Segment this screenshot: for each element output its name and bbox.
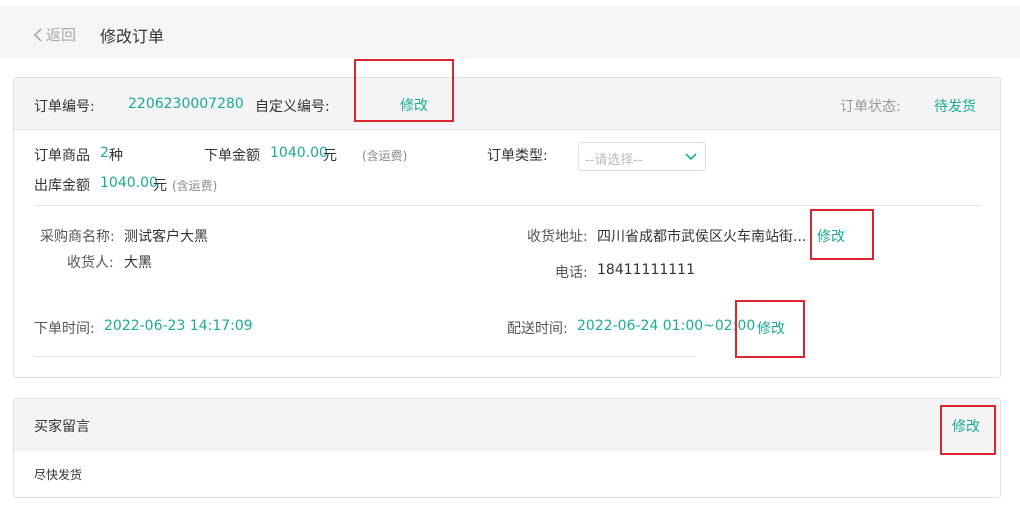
page-title: 修改订单 bbox=[100, 27, 165, 46]
amount-value: 1040.00 bbox=[270, 145, 328, 161]
order-number-label: 订单编号: bbox=[34, 99, 95, 115]
order-time-label: 下单时间: bbox=[34, 321, 95, 337]
delivery-time-value: 2022-06-24 01:00~02:00 bbox=[577, 318, 756, 334]
buyer-value: 测试客户大黑 bbox=[124, 229, 208, 245]
goods-count: 2 bbox=[100, 145, 109, 161]
order-number-value: 2206230007280 bbox=[128, 96, 244, 112]
amount-note: (含运费) bbox=[362, 149, 408, 163]
phone-value: 18411111111 bbox=[597, 262, 695, 278]
address-edit-link[interactable]: 修改 bbox=[817, 226, 845, 246]
outbound-note: (含运费) bbox=[172, 179, 218, 193]
receiver-value: 大黑 bbox=[124, 255, 152, 271]
buyer-label: 采购商名称: bbox=[40, 229, 115, 245]
chevron-down-icon bbox=[685, 153, 697, 161]
amount-unit: 元 bbox=[323, 148, 337, 164]
goods-unit: 种 bbox=[109, 148, 123, 164]
delivery-time-label: 配送时间: bbox=[507, 321, 568, 337]
custom-number-edit-link[interactable]: 修改 bbox=[400, 95, 428, 115]
buyer-message-content: 尽快发货 bbox=[34, 468, 83, 482]
amount-label: 下单金额 bbox=[204, 148, 260, 164]
custom-number-label: 自定义编号: bbox=[255, 99, 330, 115]
section-divider bbox=[34, 205, 982, 206]
order-type-placeholder: --请选择-- bbox=[585, 153, 643, 168]
delivery-time-edit-link[interactable]: 修改 bbox=[757, 318, 785, 338]
order-time-value: 2022-06-23 14:17:09 bbox=[104, 318, 253, 334]
back-label: 返回 bbox=[46, 26, 77, 44]
phone-label: 电话: bbox=[555, 265, 588, 281]
back-button[interactable]: 返回 bbox=[33, 24, 76, 45]
times-divider bbox=[34, 356, 696, 357]
outbound-label: 出库金额 bbox=[34, 178, 90, 194]
order-status-label: 订单状态: bbox=[840, 99, 901, 115]
buyer-message-header bbox=[14, 399, 1000, 451]
buyer-message-title: 买家留言 bbox=[34, 419, 90, 435]
outbound-value: 1040.00 bbox=[100, 175, 158, 191]
order-status-value: 待发货 bbox=[934, 99, 976, 115]
address-label: 收货地址: bbox=[527, 229, 588, 245]
buyer-message-edit-link[interactable]: 修改 bbox=[952, 416, 980, 436]
order-card: 订单编号: 2206230007280 自定义编号: 修改 订单状态: 待发货 … bbox=[13, 77, 1001, 378]
address-value: 四川省成都市武侯区火车南站街... bbox=[597, 229, 807, 245]
chevron-left-icon bbox=[33, 27, 42, 42]
order-type-label: 订单类型: bbox=[487, 148, 548, 164]
buyer-message-card: 买家留言 修改 尽快发货 bbox=[13, 398, 1001, 498]
outbound-unit: 元 bbox=[153, 178, 167, 194]
goods-label: 订单商品 bbox=[34, 148, 90, 164]
order-type-select[interactable]: --请选择-- bbox=[578, 142, 706, 171]
receiver-label: 收货人: bbox=[67, 255, 114, 271]
